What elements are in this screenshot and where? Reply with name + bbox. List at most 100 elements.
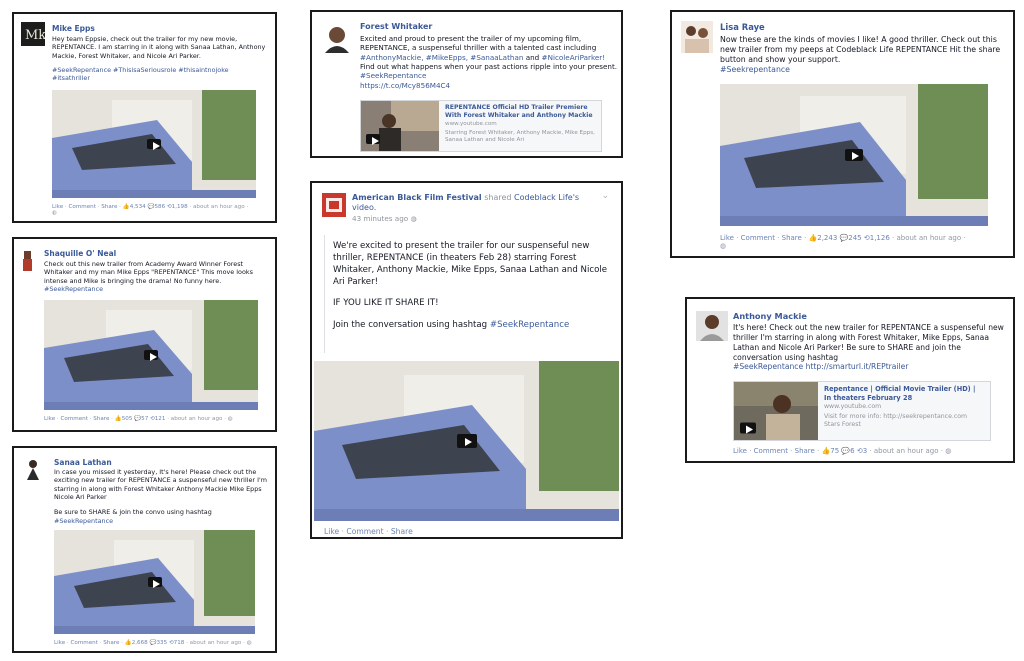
comment-link[interactable]: Comment — [61, 416, 88, 422]
chevron-down-icon[interactable]: ⌄ — [601, 191, 609, 201]
preview-title[interactable]: Repentance | Official Movie Trailer (HD)… — [824, 385, 984, 402]
comment-link[interactable]: Comment — [346, 527, 383, 536]
hashtag-nicole[interactable]: #NicoleAriParker! — [542, 53, 606, 62]
hashtags[interactable]: #SeekRepentance — [44, 285, 266, 293]
timestamp[interactable]: about an hour ago — [171, 416, 223, 422]
like-count[interactable]: 75 — [830, 447, 839, 455]
share-count[interactable]: 1,126 — [870, 234, 890, 242]
like-link[interactable]: Like — [733, 447, 747, 455]
like-link[interactable]: Like — [324, 527, 339, 536]
author-name[interactable]: American Black Film Festival — [352, 193, 482, 202]
post-message: Now these are the kinds of movies I like… — [720, 35, 1001, 65]
author-name[interactable]: Lisa Raye — [720, 22, 765, 32]
timestamp[interactable]: about an hour ago — [896, 234, 961, 242]
hashtags[interactable]: #SeekRepentance — [54, 517, 270, 525]
timestamp[interactable]: about an hour ago — [193, 204, 245, 210]
hashtag-seek[interactable]: #SeekRepentance — [360, 71, 426, 80]
post-text: In case you missed it yesterday, It's he… — [54, 468, 270, 525]
play-icon[interactable] — [147, 139, 161, 150]
author-name[interactable]: Anthony Mackie — [733, 311, 807, 321]
shared-verb: shared — [484, 193, 512, 202]
timestamp[interactable]: about an hour ago — [190, 640, 242, 646]
link-preview[interactable]: Repentance | Official Movie Trailer (HD)… — [733, 381, 991, 441]
link-preview[interactable]: REPENTANCE Official HD Trailer Premiere … — [360, 100, 602, 152]
globe-icon: ◍ — [410, 213, 417, 223]
conjunction: and — [525, 52, 540, 62]
comment-count[interactable]: 6 — [850, 447, 854, 455]
comment-count[interactable]: 57 — [141, 416, 148, 422]
like-count[interactable]: 505 — [122, 416, 133, 422]
avatar[interactable]: Mk — [21, 22, 45, 46]
like-count[interactable]: 2,243 — [817, 234, 837, 242]
shared-object-link[interactable]: video. — [352, 203, 376, 212]
share-link[interactable]: Share — [101, 204, 117, 210]
thumbs-up-icon: 👍 — [114, 416, 122, 422]
shared-page-link[interactable]: Codeblack Life's — [514, 193, 579, 202]
play-icon[interactable] — [456, 434, 477, 448]
play-icon[interactable] — [144, 350, 158, 361]
like-link[interactable]: Like — [720, 234, 734, 242]
post-message-2: Find out what happens when your past act… — [360, 62, 618, 72]
hashtags[interactable]: #SeekRepentance — [733, 362, 803, 371]
thumbs-up-icon: 👍 — [124, 640, 132, 646]
timestamp[interactable]: 43 minutes ago — [352, 214, 408, 223]
avatar[interactable] — [696, 311, 728, 341]
hashtags[interactable]: #Seekrepentance — [720, 65, 1005, 75]
comment-count[interactable]: 335 — [156, 640, 167, 646]
avatar[interactable] — [681, 21, 713, 53]
play-icon[interactable] — [366, 134, 380, 145]
avatar[interactable] — [21, 249, 34, 273]
avatar[interactable] — [322, 23, 352, 53]
like-link[interactable]: Like — [54, 640, 65, 646]
play-icon[interactable] — [147, 577, 162, 588]
preview-description: Visit for more info: http://seekrepentan… — [824, 413, 968, 429]
video-player[interactable] — [314, 361, 619, 521]
globe-icon: ◍ — [227, 416, 233, 422]
play-icon[interactable] — [845, 149, 863, 161]
comment-count[interactable]: 245 — [848, 234, 861, 242]
like-count[interactable]: 4,534 — [130, 204, 146, 210]
video-player[interactable] — [44, 300, 258, 410]
share-count[interactable]: 1,198 — [172, 204, 188, 210]
video-player[interactable] — [54, 530, 255, 634]
post-card-shaquille-oneal: Shaquille O' Neal Check out this new tra… — [12, 237, 277, 432]
share-link[interactable]: Share — [795, 447, 815, 455]
avatar[interactable] — [22, 458, 44, 480]
preview-title[interactable]: REPENTANCE Official HD Trailer Premiere … — [445, 104, 597, 120]
comment-link[interactable]: Comment — [71, 640, 98, 646]
preview-thumbnail[interactable] — [361, 101, 439, 151]
hashtags[interactable]: #SeekRepentance #ThisisaSeriousrole #thi… — [52, 66, 268, 83]
preview-thumbnail[interactable] — [734, 382, 818, 440]
author-name[interactable]: Sanaa Lathan — [54, 458, 112, 467]
play-icon[interactable] — [740, 422, 756, 434]
video-player[interactable] — [52, 90, 256, 198]
like-link[interactable]: Like — [44, 416, 55, 422]
comment-count[interactable]: 586 — [154, 204, 165, 210]
post-card-anthony-mackie: Anthony Mackie It's here! Check out the … — [685, 297, 1015, 463]
share-link[interactable]: Share — [391, 527, 413, 536]
author-name[interactable]: Mike Epps — [52, 24, 95, 33]
comment-link[interactable]: Comment — [741, 234, 775, 242]
share-count[interactable]: 121 — [155, 416, 166, 422]
author-name[interactable]: Shaquille O' Neal — [44, 249, 116, 258]
post-message: We're excited to present the trailer for… — [333, 241, 607, 287]
post-header: American Black Film Festival shared Code… — [352, 193, 602, 223]
avatar[interactable] — [322, 193, 346, 217]
post-message-2: IF YOU LIKE IT SHARE IT! — [333, 298, 439, 309]
preview-domain: www.youtube.com — [824, 403, 882, 410]
video-player[interactable] — [720, 84, 988, 226]
hashtags[interactable]: #AnthonyMackie, #MikeEpps, #SanaaLathan — [360, 53, 523, 62]
like-count[interactable]: 2,668 — [132, 640, 148, 646]
comment-icon: 💬 — [841, 447, 851, 455]
share-count[interactable]: 718 — [174, 640, 185, 646]
share-link[interactable]: Share — [782, 234, 802, 242]
hashtags[interactable]: #SeekRepentance — [490, 320, 569, 330]
post-url[interactable]: http://smarturl.it/REPtrailer — [806, 362, 909, 371]
author-name[interactable]: Forest Whitaker — [360, 22, 432, 31]
share-link[interactable]: Share — [103, 640, 119, 646]
timestamp[interactable]: about an hour ago — [874, 447, 939, 455]
share-link[interactable]: Share — [93, 416, 109, 422]
comment-link[interactable]: Comment — [754, 447, 788, 455]
post-url[interactable]: https://t.co/Mcy856M4C4 — [360, 81, 620, 90]
comment-link[interactable]: Comment — [69, 204, 96, 210]
